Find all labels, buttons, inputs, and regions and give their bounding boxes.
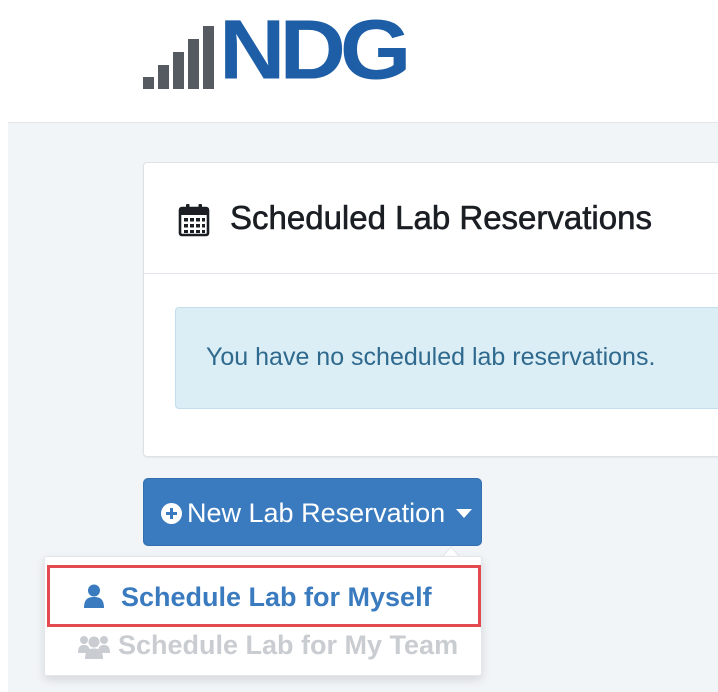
menu-item-schedule-myself[interactable]: Schedule Lab for Myself (47, 565, 481, 627)
plus-circle-icon (161, 503, 182, 524)
menu-item-label: Schedule Lab for My Team (118, 630, 459, 660)
panel-title: Scheduled Lab Reservations (230, 199, 653, 237)
reservation-dropdown-menu: Schedule Lab for Myself Schedule Lab for… (44, 556, 482, 676)
reservations-panel: Scheduled Lab Reservations You have no s… (143, 162, 718, 457)
signal-bars-icon (143, 26, 214, 89)
panel-heading: Scheduled Lab Reservations (144, 163, 718, 274)
users-icon (78, 636, 110, 659)
calendar-icon (178, 204, 210, 237)
menu-item-label: Schedule Lab for Myself (121, 582, 432, 612)
new-lab-reservation-label: New Lab Reservation (187, 498, 446, 528)
site-header: NDG (0, 0, 718, 122)
new-lab-reservation-button[interactable]: New Lab Reservation (143, 478, 482, 546)
info-alert: You have no scheduled lab reservations. (175, 307, 718, 409)
logo-text: NDG (219, 3, 411, 98)
user-icon (84, 584, 104, 608)
menu-item-schedule-team[interactable]: Schedule Lab for My Team (45, 627, 481, 687)
caret-down-icon (456, 509, 472, 518)
alert-text: You have no scheduled lab reservations. (206, 343, 656, 371)
